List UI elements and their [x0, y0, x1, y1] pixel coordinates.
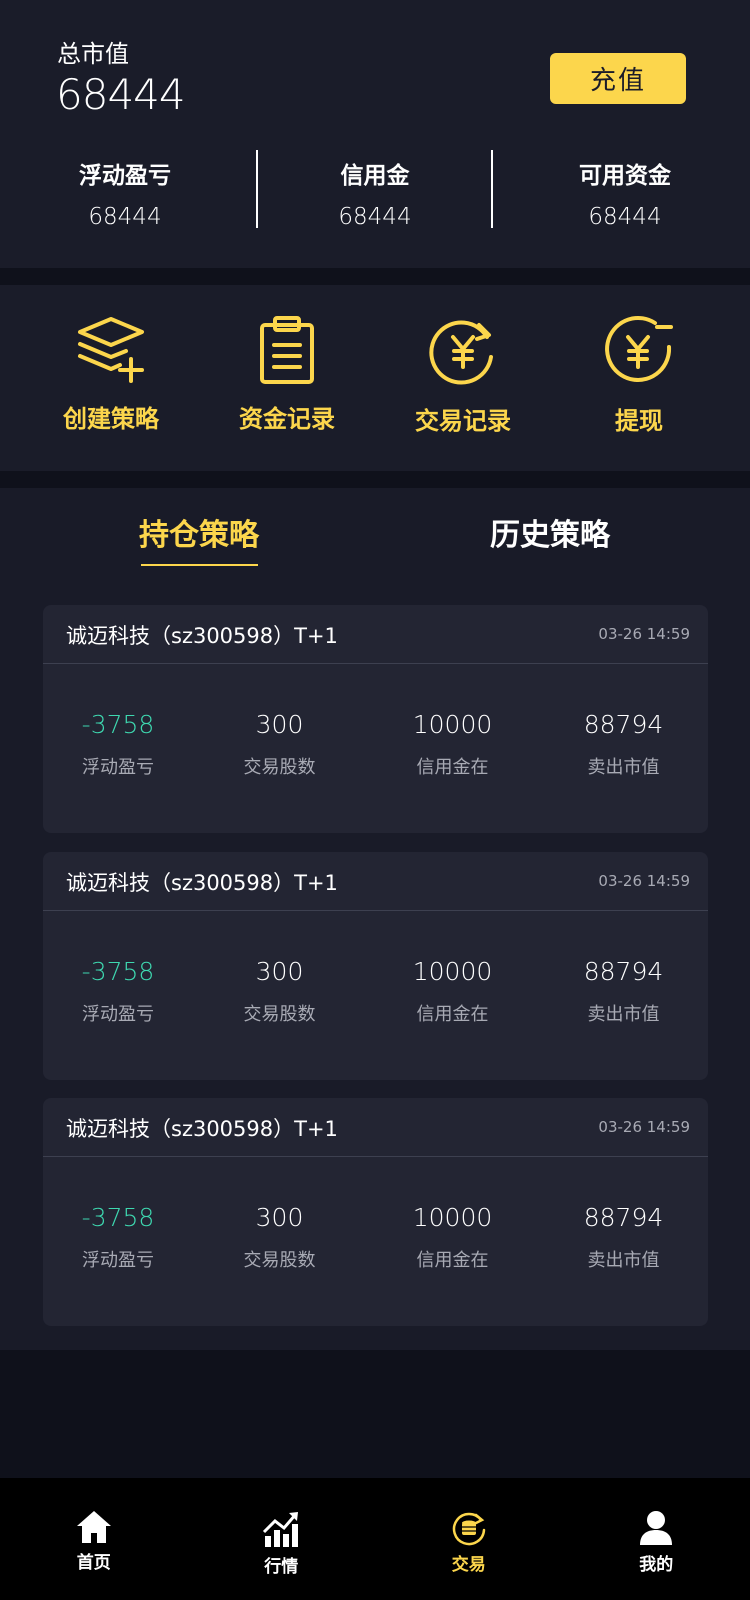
strategy-tabs: 持仓策略 历史策略 — [0, 488, 750, 586]
coins-cycle-icon — [452, 1512, 485, 1546]
summary-stats: 浮动盈亏 68444 信用金 68444 可用资金 68444 — [0, 150, 750, 230]
total-market-value: 68444 — [56, 70, 186, 119]
position-metrics: -3758 浮动盈亏 300 交易股数 10000 信用金在 88794 卖出市… — [43, 911, 708, 1026]
metric-value: 300 — [255, 710, 304, 739]
action-label: 创建策略 — [63, 405, 159, 433]
tab-holding-strategies[interactable]: 持仓策略 — [139, 510, 259, 554]
metric-label: 浮动盈亏 — [82, 1004, 154, 1025]
metric-value: 10000 — [412, 1203, 493, 1232]
metric-label: 卖出市值 — [587, 757, 660, 778]
metric-label: 信用金在 — [416, 757, 489, 778]
metric-credit: 10000 信用金在 — [366, 957, 539, 1026]
action-trade-records[interactable]: 交易记录 — [375, 285, 551, 471]
metric-market-value: 88794 卖出市值 — [539, 710, 708, 779]
home-icon — [76, 1511, 111, 1543]
quick-actions: 创建策略 资金记录 交易记录 提现 — [0, 285, 750, 471]
stat-value: 68444 — [338, 204, 412, 230]
stat-value: 68444 — [588, 204, 662, 230]
position-time: 03-26 14:59 — [598, 872, 690, 890]
position-time: 03-26 14:59 — [598, 1118, 690, 1136]
tabbar-label: 首页 — [76, 1553, 111, 1573]
yuan-minus-icon — [605, 315, 673, 382]
tabbar-trade[interactable]: 交易 — [375, 1478, 563, 1600]
position-card[interactable]: 诚迈科技（sz300598）T+1 03-26 14:59 -3758 浮动盈亏… — [43, 1098, 708, 1326]
position-card[interactable]: 诚迈科技（sz300598）T+1 03-26 14:59 -3758 浮动盈亏… — [43, 852, 708, 1080]
stat-value: 68444 — [88, 204, 162, 230]
position-metrics: -3758 浮动盈亏 300 交易股数 10000 信用金在 88794 卖出市… — [43, 664, 708, 779]
tabbar-mine[interactable]: 我的 — [563, 1478, 750, 1600]
tabbar-label: 我的 — [639, 1555, 674, 1575]
stock-title: 诚迈科技（sz300598）T+1 — [66, 624, 338, 648]
stat-floating-pnl: 浮动盈亏 68444 — [0, 150, 250, 230]
position-time: 03-26 14:59 — [598, 625, 690, 643]
metric-value: 10000 — [412, 710, 493, 739]
card-header: 诚迈科技（sz300598）T+1 03-26 14:59 — [43, 1098, 708, 1157]
metric-value: 88794 — [583, 957, 664, 986]
action-create-strategy[interactable]: 创建策略 — [23, 285, 199, 471]
metric-label: 交易股数 — [243, 757, 316, 778]
metric-floating-pnl: -3758 浮动盈亏 — [43, 957, 193, 1026]
user-icon — [640, 1511, 673, 1545]
recharge-button[interactable]: 充值 — [550, 53, 686, 104]
metric-label: 卖出市值 — [587, 1004, 660, 1025]
action-label: 资金记录 — [239, 405, 335, 433]
stat-label: 信用金 — [340, 163, 410, 189]
metric-value: -3758 — [81, 710, 155, 739]
metric-market-value: 88794 卖出市值 — [539, 1203, 708, 1272]
action-label: 提现 — [615, 407, 663, 435]
stat-label: 可用资金 — [579, 163, 671, 189]
clipboard-icon — [260, 316, 314, 384]
stat-label: 浮动盈亏 — [79, 163, 171, 189]
stat-available-funds: 可用资金 68444 — [491, 150, 750, 230]
metric-floating-pnl: -3758 浮动盈亏 — [43, 1203, 193, 1272]
stock-title: 诚迈科技（sz300598）T+1 — [66, 871, 338, 895]
action-fund-records[interactable]: 资金记录 — [199, 285, 375, 471]
account-summary: 总市值 68444 充值 浮动盈亏 68444 信用金 68444 可用资金 6… — [0, 0, 750, 268]
position-card[interactable]: 诚迈科技（sz300598）T+1 03-26 14:59 -3758 浮动盈亏… — [43, 605, 708, 833]
tabbar-label: 交易 — [451, 1555, 486, 1575]
divider — [256, 150, 258, 228]
total-market-value-label: 总市值 — [57, 40, 129, 68]
metric-label: 交易股数 — [243, 1004, 316, 1025]
metric-value: 10000 — [412, 957, 493, 986]
yuan-cycle-icon — [429, 320, 493, 385]
metric-value: 300 — [255, 1203, 304, 1232]
metric-value: 88794 — [583, 710, 664, 739]
action-withdraw[interactable]: 提现 — [551, 285, 727, 471]
tab-history-strategies[interactable]: 历史策略 — [490, 510, 610, 554]
stock-title: 诚迈科技（sz300598）T+1 — [66, 1117, 338, 1141]
metric-value: -3758 — [81, 1203, 155, 1232]
card-header: 诚迈科技（sz300598）T+1 03-26 14:59 — [43, 605, 708, 664]
metric-label: 浮动盈亏 — [82, 757, 154, 778]
metric-market-value: 88794 卖出市值 — [539, 957, 708, 1026]
metric-credit: 10000 信用金在 — [366, 1203, 539, 1272]
bottom-tab-bar: 首页 行情 交易 我的 — [0, 1478, 750, 1600]
chart-icon — [263, 1512, 299, 1547]
strategy-panel: 持仓策略 历史策略 诚迈科技（sz300598）T+1 03-26 14:59 … — [0, 488, 750, 1350]
tabbar-market[interactable]: 行情 — [188, 1478, 376, 1600]
divider — [491, 150, 493, 228]
layers-plus-icon — [78, 317, 144, 383]
metric-label: 信用金在 — [416, 1250, 489, 1271]
metric-shares: 300 交易股数 — [193, 957, 366, 1026]
tabbar-home[interactable]: 首页 — [0, 1478, 188, 1600]
metric-value: 300 — [255, 957, 304, 986]
metric-value: -3758 — [81, 957, 155, 986]
tabbar-label: 行情 — [264, 1557, 299, 1577]
active-tab-indicator — [141, 564, 258, 566]
stat-credit: 信用金 68444 — [250, 150, 500, 230]
metric-shares: 300 交易股数 — [193, 1203, 366, 1272]
metric-floating-pnl: -3758 浮动盈亏 — [43, 710, 193, 779]
metric-credit: 10000 信用金在 — [366, 710, 539, 779]
action-label: 交易记录 — [415, 407, 511, 435]
card-header: 诚迈科技（sz300598）T+1 03-26 14:59 — [43, 852, 708, 911]
metric-value: 88794 — [583, 1203, 664, 1232]
metric-label: 交易股数 — [243, 1250, 316, 1271]
metric-shares: 300 交易股数 — [193, 710, 366, 779]
metric-label: 卖出市值 — [587, 1250, 660, 1271]
position-metrics: -3758 浮动盈亏 300 交易股数 10000 信用金在 88794 卖出市… — [43, 1157, 708, 1272]
metric-label: 信用金在 — [416, 1004, 489, 1025]
metric-label: 浮动盈亏 — [82, 1250, 154, 1271]
